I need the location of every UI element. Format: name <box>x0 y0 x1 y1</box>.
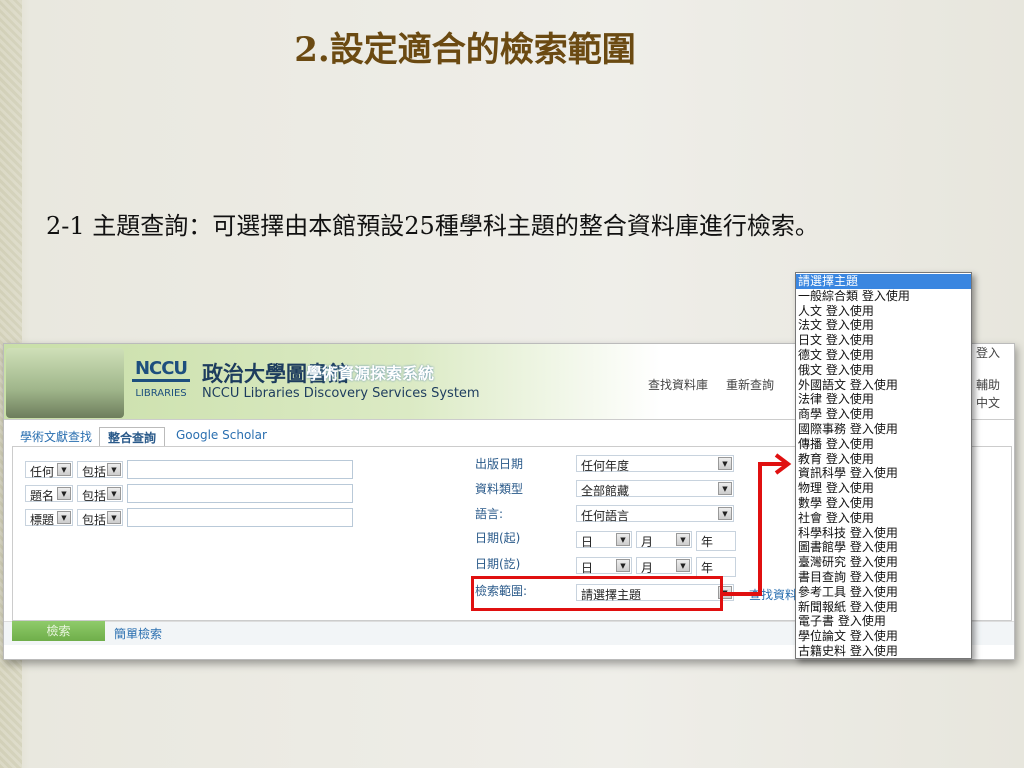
dropdown-option[interactable]: 書目查詢 登入使用 <box>796 570 971 585</box>
dropdown-option[interactable]: 人文 登入使用 <box>796 304 971 319</box>
dropdown-option[interactable]: 法文 登入使用 <box>796 318 971 333</box>
dropdown-option[interactable]: 學位論文 登入使用 <box>796 629 971 644</box>
dropdown-option[interactable]: 古籍史料 登入使用 <box>796 644 971 659</box>
dropdown-option[interactable]: 社會 登入使用 <box>796 511 971 526</box>
dropdown-option[interactable]: 參考工具 登入使用 <box>796 585 971 600</box>
dropdown-option[interactable]: 物理 登入使用 <box>796 481 971 496</box>
dropdown-option[interactable]: 俄文 登入使用 <box>796 363 971 378</box>
dropdown-option[interactable]: 傳播 登入使用 <box>796 437 971 452</box>
dropdown-option[interactable]: 日文 登入使用 <box>796 333 971 348</box>
dropdown-option[interactable]: 數學 登入使用 <box>796 496 971 511</box>
dropdown-option[interactable]: 資訊科學 登入使用 <box>796 466 971 481</box>
dropdown-option[interactable]: 圖書館學 登入使用 <box>796 540 971 555</box>
dropdown-option[interactable]: 商學 登入使用 <box>796 407 971 422</box>
dropdown-option[interactable]: 教育 登入使用 <box>796 452 971 467</box>
dropdown-option[interactable]: 電子書 登入使用 <box>796 614 971 629</box>
dropdown-option[interactable]: 科學科技 登入使用 <box>796 526 971 541</box>
dropdown-option[interactable]: 外國語文 登入使用 <box>796 378 971 393</box>
dropdown-option[interactable]: 國際事務 登入使用 <box>796 422 971 437</box>
dropdown-option[interactable]: 德文 登入使用 <box>796 348 971 363</box>
dropdown-option[interactable]: 一般綜合類 登入使用 <box>796 289 971 304</box>
dropdown-option[interactable]: 新聞報紙 登入使用 <box>796 600 971 615</box>
dropdown-option[interactable]: 臺灣研究 登入使用 <box>796 555 971 570</box>
dropdown-option[interactable]: 請選擇主題 <box>796 274 971 289</box>
subject-dropdown-list[interactable]: 請選擇主題 一般綜合類 登入使用 人文 登入使用 法文 登入使用 日文 登入使用 德文 登… <box>795 272 972 659</box>
dropdown-option[interactable]: 法律 登入使用 <box>796 392 971 407</box>
